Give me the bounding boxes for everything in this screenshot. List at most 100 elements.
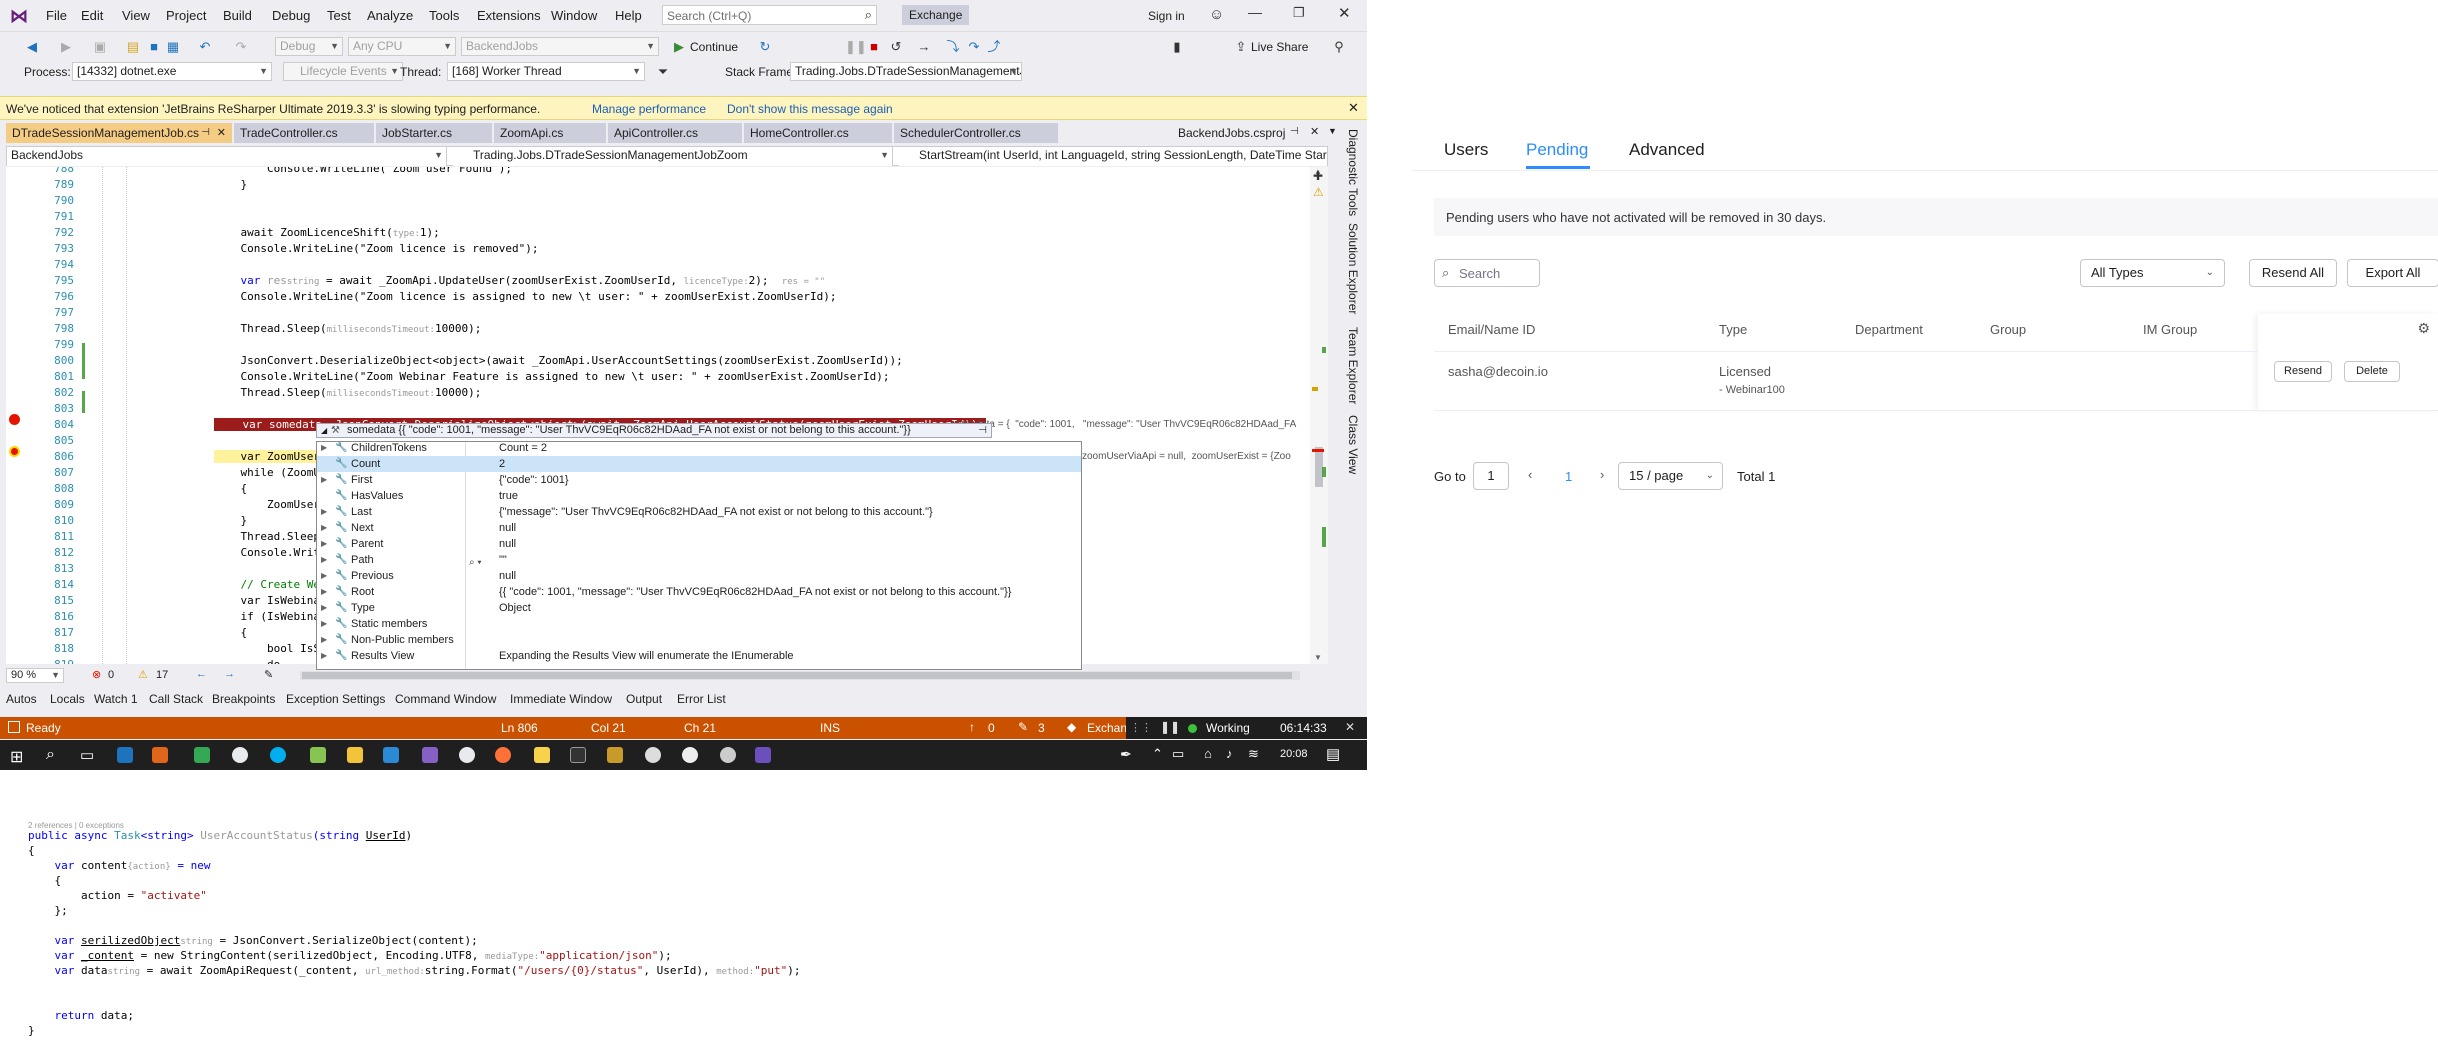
- menu-build[interactable]: Build: [223, 8, 252, 23]
- tab-advanced[interactable]: Advanced: [1629, 140, 1705, 160]
- taskbar-clock[interactable]: 20:08: [1280, 748, 1308, 760]
- close-icon[interactable]: ✕: [1338, 4, 1351, 22]
- tab-immediate-window[interactable]: Immediate Window: [510, 692, 612, 706]
- taskbar-notes-icon[interactable]: [310, 747, 326, 763]
- prev-page-icon[interactable]: ‹: [1528, 467, 1532, 482]
- menu-file[interactable]: File: [46, 8, 67, 23]
- taskbar-app-7-icon[interactable]: [682, 747, 698, 763]
- expand-arrow-icon[interactable]: ▶: [321, 504, 327, 520]
- account-icon[interactable]: ☺: [1209, 6, 1224, 23]
- warning-count-icon[interactable]: ⚠: [138, 668, 148, 681]
- expand-arrow-icon[interactable]: ▶: [321, 584, 327, 600]
- zoom-level-dropdown[interactable]: 90 % ▼: [6, 668, 64, 683]
- open-icon[interactable]: ▤: [125, 39, 141, 55]
- tab-locals[interactable]: Locals: [50, 692, 85, 706]
- datatip-row[interactable]: ▶ 🔧 Previous null: [317, 568, 1081, 584]
- forward-icon[interactable]: ▶: [58, 39, 74, 55]
- expand-arrow-icon[interactable]: ▶: [321, 568, 327, 584]
- grip-icon[interactable]: ⋮⋮: [1130, 721, 1152, 734]
- taskbar-app-1-icon[interactable]: [117, 747, 133, 763]
- lifecycle-events-dropdown[interactable]: Lifecycle Events ▼: [283, 62, 403, 81]
- manage-performance-link[interactable]: Manage performance: [592, 102, 706, 116]
- break-all-icon[interactable]: ❚❚: [845, 39, 867, 55]
- taskbar-app-4-icon[interactable]: [570, 747, 586, 763]
- resend-button[interactable]: Resend: [2274, 361, 2332, 382]
- split-icon[interactable]: ✚: [1313, 169, 1323, 183]
- sign-in-link[interactable]: Sign in: [1148, 9, 1185, 23]
- expand-arrow-icon[interactable]: ▶: [321, 648, 327, 664]
- platform-dropdown[interactable]: Any CPU ▼: [348, 37, 456, 56]
- taskbar-explorer-icon[interactable]: [347, 747, 363, 763]
- tray-volume-icon[interactable]: ♪: [1226, 746, 1233, 761]
- menu-project[interactable]: Project: [166, 8, 206, 23]
- menu-help[interactable]: Help: [615, 8, 642, 23]
- settings-gear-icon[interactable]: ⚙: [2417, 320, 2430, 337]
- new-project-icon[interactable]: ▣: [92, 39, 108, 55]
- configuration-dropdown[interactable]: Debug ▼: [275, 37, 343, 56]
- datatip-row[interactable]: ▶ 🔧 Last {"message": "User ThvVC9EqR06c82HD…: [317, 504, 1081, 520]
- taskbar-app-3-icon[interactable]: [194, 747, 210, 763]
- tray-network-icon[interactable]: ⌂: [1204, 746, 1212, 761]
- datatip-row[interactable]: ▶ 🔧 Type Object: [317, 600, 1081, 616]
- windows-start-icon[interactable]: ⊞: [10, 747, 23, 767]
- taskbar-app-8-icon[interactable]: [720, 747, 736, 763]
- search-box[interactable]: Search (Ctrl+Q) ⌕: [662, 5, 877, 25]
- export-all-button[interactable]: Export All: [2347, 259, 2438, 287]
- startup-project-dropdown[interactable]: BackendJobs ▼: [461, 37, 659, 56]
- menu-extensions[interactable]: Extensions: [477, 8, 541, 23]
- infobar-close-icon[interactable]: ✕: [1348, 100, 1359, 116]
- member-nav-dropdown[interactable]: StartStream(int UserId, int LanguageId, …: [899, 147, 1327, 166]
- taskbar-vscode-icon[interactable]: [383, 747, 399, 763]
- tab-apicontroller[interactable]: ApiController.cs: [608, 123, 742, 143]
- tab-dropdown-icon[interactable]: ▼: [1328, 126, 1337, 136]
- datatip-row[interactable]: 🔧 Count 2: [317, 456, 1081, 472]
- step-into-icon[interactable]: ⤵: [945, 39, 961, 55]
- menu-analyze[interactable]: Analyze: [367, 8, 413, 23]
- datatip-row[interactable]: 🔧 HasValues true: [317, 488, 1081, 504]
- tab-jobstarter[interactable]: JobStarter.cs: [376, 123, 492, 143]
- back-icon[interactable]: ◀: [24, 39, 40, 55]
- tray-chevron-up-icon[interactable]: ⌃: [1152, 746, 1163, 762]
- per-page-dropdown[interactable]: 15 / page ⌄: [1618, 462, 1723, 490]
- bookmark-icon[interactable]: ▮: [1169, 39, 1185, 55]
- datatip-row[interactable]: ▶ 🔧 Path "": [317, 552, 1081, 568]
- restart-icon[interactable]: ↺: [888, 39, 904, 55]
- tab-dtradesessionmanagementjob[interactable]: DTradeSessionManagementJob.cs ⊣ ✕: [6, 123, 232, 143]
- taskbar-chrome-2-icon[interactable]: [459, 747, 475, 763]
- taskbar-visual-studio-icon[interactable]: [422, 747, 438, 763]
- current-statement-icon[interactable]: [9, 446, 20, 457]
- tab-pin-icon[interactable]: ⊣: [1290, 126, 1299, 137]
- taskbar-firefox-icon[interactable]: [495, 747, 511, 763]
- datatip-row[interactable]: ▶ 🔧 Next null: [317, 520, 1081, 536]
- menu-test[interactable]: Test: [327, 8, 351, 23]
- scroll-down-icon[interactable]: ▼: [1314, 653, 1322, 662]
- stack-frame-dropdown[interactable]: Trading.Jobs.DTradeSessionManagementJ ▼: [790, 62, 1022, 81]
- branch-icon[interactable]: ◆: [1067, 720, 1076, 734]
- live-share-button[interactable]: Live Share: [1251, 40, 1308, 54]
- pause-icon[interactable]: ❚❚: [1160, 720, 1180, 734]
- taskbar-app-9-icon[interactable]: [755, 747, 771, 763]
- tray-wifi-icon[interactable]: ≋: [1248, 746, 1259, 762]
- step-over-icon[interactable]: ↷: [966, 39, 982, 55]
- tray-battery-icon[interactable]: ▭: [1172, 746, 1184, 762]
- stop-icon[interactable]: ■: [866, 39, 882, 55]
- process-dropdown[interactable]: [14332] dotnet.exe ▼: [72, 62, 272, 81]
- tab-exception-settings[interactable]: Exception Settings: [286, 692, 385, 706]
- menu-tools[interactable]: Tools: [429, 8, 459, 23]
- taskbar-app-6-icon[interactable]: [645, 747, 661, 763]
- taskbar-sticky-icon[interactable]: [534, 747, 550, 763]
- pencil-icon[interactable]: ✎: [1018, 720, 1028, 734]
- expand-arrow-icon[interactable]: ▶: [321, 520, 327, 536]
- tab-breakpoints[interactable]: Breakpoints: [212, 692, 275, 706]
- filter-icon[interactable]: ⏷: [655, 64, 671, 80]
- taskbar-skype-icon[interactable]: [270, 747, 286, 763]
- tab-command-window[interactable]: Command Window: [395, 692, 496, 706]
- taskbar-app-5-icon[interactable]: [607, 747, 623, 763]
- expand-icon[interactable]: ◢: [321, 424, 327, 437]
- tab-pending[interactable]: Pending: [1526, 140, 1588, 160]
- step-out-icon[interactable]: ⤴: [986, 39, 1002, 55]
- tab-call-stack[interactable]: Call Stack: [149, 692, 203, 706]
- tab-backendjobs-csproj[interactable]: BackendJobs.csproj: [1172, 123, 1302, 143]
- redo-icon[interactable]: ↷: [233, 39, 249, 55]
- datatip-row[interactable]: ▶ 🔧 Root {{ "code": 1001, "message": "User …: [317, 584, 1081, 600]
